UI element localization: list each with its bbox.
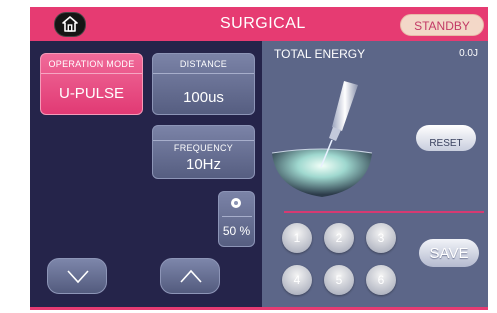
- reset-button[interactable]: RESET: [416, 125, 476, 151]
- distance-value: 100us: [183, 89, 224, 106]
- power-button[interactable]: 50 %: [218, 191, 255, 247]
- total-energy-label: TOTAL ENERGY: [274, 47, 366, 61]
- header-bar: SURGICAL STANDBY: [30, 7, 488, 41]
- divider-line: [284, 211, 484, 213]
- frequency-label: FREQUENCY: [153, 140, 254, 153]
- chevron-down-icon: [67, 270, 89, 284]
- operation-mode-button[interactable]: OPERATION MODE U-PULSE: [40, 53, 143, 115]
- key-3-button[interactable]: 3: [366, 223, 396, 253]
- power-dot-icon: [231, 198, 241, 208]
- handpiece-illustration-icon: [272, 81, 373, 197]
- operation-mode-label: OPERATION MODE: [41, 59, 142, 74]
- decrease-button[interactable]: [47, 258, 107, 294]
- distance-button[interactable]: DISTANCE 100us: [152, 53, 255, 115]
- key-6-button[interactable]: 6: [366, 265, 396, 295]
- frequency-value: 10Hz: [185, 156, 222, 173]
- chevron-up-icon: [180, 269, 202, 283]
- frequency-button[interactable]: FREQUENCY 10Hz: [152, 125, 255, 179]
- settings-panel: OPERATION MODE U-PULSE DISTANCE 100us FR…: [30, 41, 262, 310]
- total-energy-value: 0.0J: [459, 48, 478, 59]
- key-4-button[interactable]: 4: [282, 265, 312, 295]
- key-2-button[interactable]: 2: [324, 223, 354, 253]
- key-5-button[interactable]: 5: [324, 265, 354, 295]
- save-button[interactable]: SAVE: [419, 239, 479, 267]
- device-screen: SURGICAL STANDBY OPERATION MODE U-PULSE …: [30, 7, 488, 310]
- power-divider: [222, 216, 252, 217]
- distance-label: DISTANCE: [153, 59, 254, 74]
- power-value: 50 %: [222, 224, 251, 238]
- bottom-accent-bar: [30, 307, 488, 310]
- home-button[interactable]: [54, 12, 86, 37]
- key-1-button[interactable]: 1: [282, 223, 312, 253]
- home-icon: [62, 16, 78, 32]
- operation-mode-value: U-PULSE: [58, 85, 125, 102]
- page-title: SURGICAL: [220, 15, 306, 32]
- standby-button[interactable]: STANDBY: [400, 14, 484, 36]
- energy-panel: TOTAL ENERGY 0.0J RESET 1 2 3 4 5 6 SAVE: [262, 41, 488, 310]
- increase-button[interactable]: [160, 258, 220, 294]
